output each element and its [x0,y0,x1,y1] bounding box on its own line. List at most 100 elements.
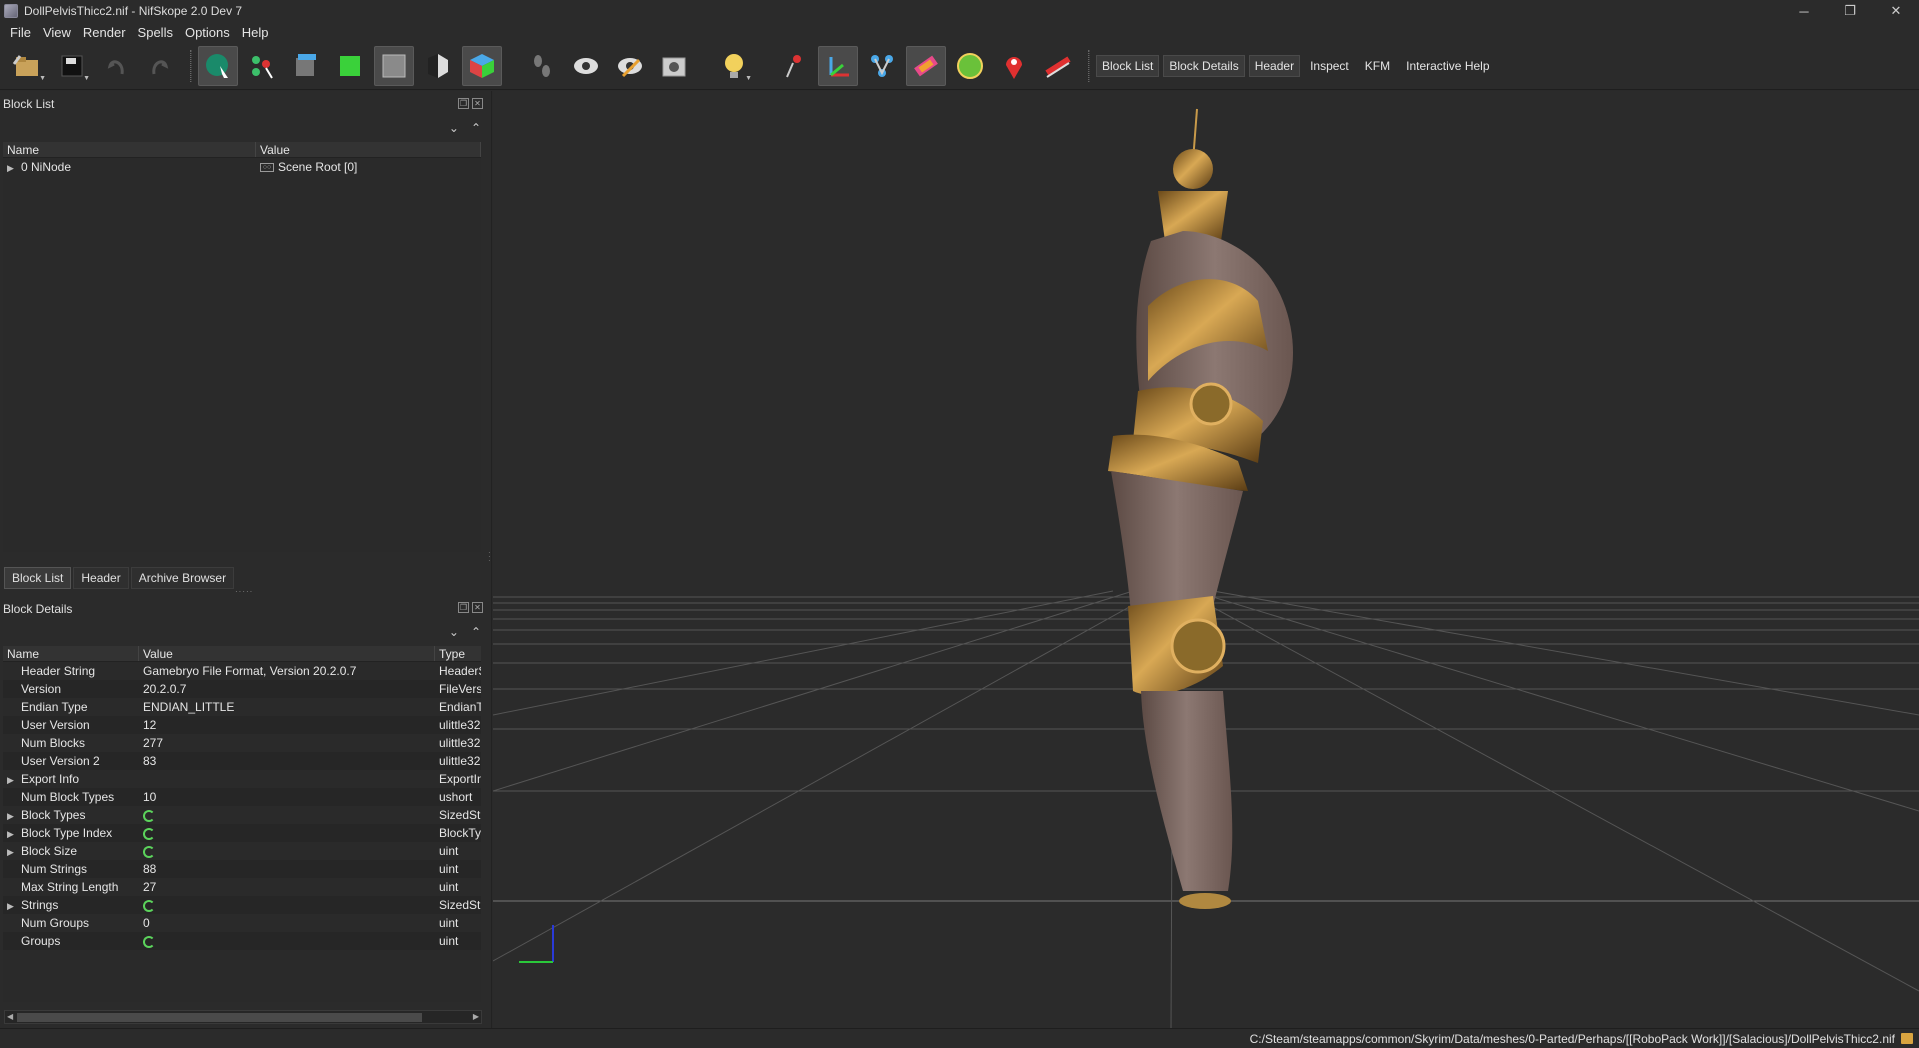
select-vertex-button[interactable] [242,46,282,86]
toggle-kfm[interactable]: KFM [1359,55,1396,77]
float-icon[interactable]: ❐ [458,98,469,109]
table-row[interactable]: User Version 12 ulittle32 [3,716,481,734]
expand-arrow-icon[interactable]: ▶ [7,163,21,174]
load-dropdown-icon[interactable]: ▼ [39,75,46,82]
field-value[interactable]: Gamebryo File Format, Version 20.2.0.7 [139,664,435,678]
menu-render[interactable]: Render [77,25,132,40]
table-row[interactable]: Num Strings 88 uint [3,860,481,878]
expand-all-icon[interactable]: ⌄ [449,121,459,135]
show-nodes-button[interactable] [610,46,650,86]
view-green-button[interactable] [330,46,370,86]
expand-arrow-icon[interactable]: ▶ [7,775,21,786]
toggle-interactive-help[interactable]: Interactive Help [1400,55,1495,77]
model-mesh[interactable] [1108,108,1293,909]
tree-row[interactable]: ▶ 0 NiNode ○○ Scene Root [0] [3,158,481,176]
field-value[interactable]: 83 [139,754,435,768]
save-button[interactable]: ▼ [52,46,92,86]
expand-arrow-icon[interactable]: ▶ [7,847,21,858]
tab-archive-browser[interactable]: Archive Browser [130,567,235,589]
table-row[interactable]: Num Blocks 277 ulittle32 [3,734,481,752]
close-icon[interactable]: ✕ [472,98,483,109]
redo-button[interactable] [140,46,180,86]
menu-view[interactable]: View [37,25,77,40]
table-row[interactable]: ▶ Block Size uint [3,842,481,860]
table-row[interactable]: ▶Strings SizedStri [3,896,481,914]
toggle-header[interactable]: Header [1248,55,1301,77]
table-row[interactable]: Groups uint [3,932,481,950]
scroll-left-icon[interactable]: ◀ [7,1011,13,1023]
view-gray-button[interactable] [374,46,414,86]
field-value[interactable] [139,898,435,912]
toggle-block-list[interactable]: Block List [1096,55,1160,77]
table-row[interactable]: Max String Length 27 uint [3,878,481,896]
table-row[interactable]: User Version 2 83 ulittle32 [3,752,481,770]
show-constraints-button[interactable] [950,46,990,86]
field-value[interactable]: 0 [139,916,435,930]
show-markers-button[interactable] [994,46,1034,86]
save-dropdown-icon[interactable]: ▼ [83,75,90,82]
column-name[interactable]: Name [3,646,139,661]
minimize-button[interactable]: ─ [1781,0,1827,22]
column-value[interactable]: Value [256,142,481,157]
show-skeleton-button[interactable] [862,46,902,86]
show-axes-button[interactable] [774,46,814,86]
table-row[interactable]: Header String Gamebryo File Format, Versi… [3,662,481,680]
render-viewport[interactable] [493,91,1919,1028]
undo-button[interactable] [96,46,136,86]
table-row[interactable]: Num Block Types 10 ushort [3,788,481,806]
menu-file[interactable]: File [4,25,37,40]
vertical-splitter-grip[interactable]: · · · [488,549,491,565]
field-value[interactable]: 20.2.0.7 [139,682,435,696]
view-user-button[interactable] [462,46,502,86]
table-row[interactable]: Endian Type ENDIAN_LITTLE EndianT [3,698,481,716]
show-hidden-button[interactable] [566,46,606,86]
scroll-right-icon[interactable]: ▶ [473,1011,479,1023]
field-value[interactable]: 27 [139,880,435,894]
show-gizmo-button[interactable] [818,46,858,86]
folder-icon[interactable] [1901,1033,1913,1044]
tab-header[interactable]: Header [73,567,129,589]
lighting-dropdown-icon[interactable]: ▼ [745,75,752,82]
field-value[interactable] [139,844,435,858]
float-icon[interactable]: ❐ [458,602,469,613]
column-value[interactable]: Value [139,646,435,661]
view-box-button[interactable] [286,46,326,86]
menu-spells[interactable]: Spells [132,25,179,40]
select-object-button[interactable] [198,46,238,86]
lighting-button[interactable]: ▼ [714,46,754,86]
table-row[interactable]: ▶ Export Info ExportIn [3,770,481,788]
field-value[interactable]: ENDIAN_LITTLE [139,700,435,714]
column-name[interactable]: Name [3,142,256,157]
field-value[interactable]: 277 [139,736,435,750]
collapse-all-icon[interactable]: ⌃ [471,121,481,135]
load-button[interactable]: ▼ [8,46,48,86]
field-value[interactable]: 10 [139,790,435,804]
maximize-button[interactable]: ❐ [1827,0,1873,22]
field-value[interactable] [139,826,435,840]
toggle-block-details[interactable]: Block Details [1163,55,1245,77]
view-perspective-button[interactable] [418,46,458,86]
screenshot-button[interactable] [654,46,694,86]
hide-markers-button[interactable] [1038,46,1078,86]
field-value[interactable] [139,934,435,948]
close-button[interactable]: ✕ [1873,0,1919,22]
expand-all-icon[interactable]: ⌄ [449,625,459,639]
show-collision-button[interactable] [906,46,946,86]
scene-canvas[interactable] [493,91,1919,1028]
table-row[interactable]: ▶ Block Type Index BlockTy [3,824,481,842]
walk-mode-button[interactable] [522,46,562,86]
field-value[interactable]: 88 [139,862,435,876]
table-row[interactable]: Version 20.2.0.7 FileVersi [3,680,481,698]
table-row[interactable]: ▶Block Types SizedStri [3,806,481,824]
expand-arrow-icon[interactable]: ▶ [7,901,21,912]
collapse-all-icon[interactable]: ⌃ [471,625,481,639]
toggle-inspect[interactable]: Inspect [1304,55,1355,77]
menu-options[interactable]: Options [179,25,236,40]
tab-block-list[interactable]: Block List [4,567,72,589]
table-row[interactable]: Num Groups 0 uint [3,914,481,932]
expand-arrow-icon[interactable]: ▶ [7,811,21,822]
expand-arrow-icon[interactable]: ▶ [7,829,21,840]
column-type[interactable]: Type [435,646,481,661]
field-value[interactable] [139,808,435,822]
menu-help[interactable]: Help [236,25,275,40]
